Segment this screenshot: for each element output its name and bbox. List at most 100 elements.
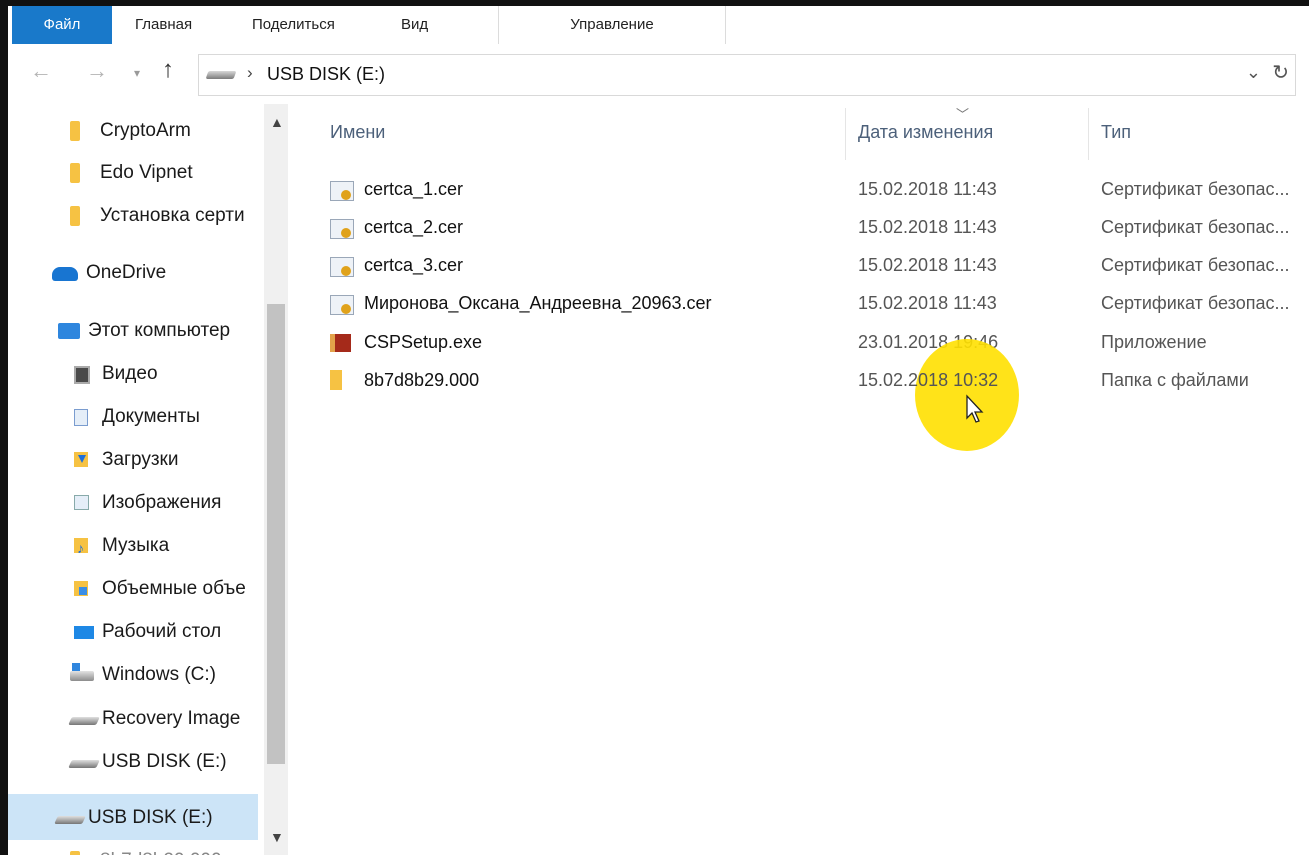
certificate-icon [330,295,354,315]
sidebar-item-recovery-image[interactable]: Recovery Image [8,699,258,739]
refresh-icon[interactable]: ↻ [1272,60,1289,85]
address-dropdown-chevron-icon[interactable]: ⌄ [1246,62,1261,83]
scrollbar-thumb[interactable] [267,304,285,764]
sidebar-item-label: Объемные объе [102,578,246,599]
folder-icon [70,206,80,226]
video-icon [74,366,90,384]
up-arrow-icon[interactable]: ↑ [162,56,174,84]
sidebar-item-label: Этот компьютер [88,320,231,341]
scroll-up-chevron-icon[interactable]: ▲ [270,114,284,130]
certificate-icon [330,181,354,201]
file-row[interactable]: CSPSetup.exe 23.01.2018 19:46 Приложение [290,323,1309,361]
installer-icon [330,334,351,352]
sidebar-item-edo-vipnet[interactable]: Edo Vipnet [8,153,258,193]
sidebar-item-label: Документы [102,406,200,427]
sidebar-scrollbar[interactable]: ▲ ▼ [264,104,288,855]
sidebar-item-label: Установка серти [100,205,245,226]
desktop-icon [74,626,94,639]
sidebar-item-music[interactable]: Музыка [8,526,258,566]
computer-icon [58,323,80,339]
sidebar-item-cryptoarm[interactable]: CryptoArm [8,111,258,151]
file-date: 15.02.2018 11:43 [858,179,997,199]
navigation-pane: CryptoArm Edo Vipnet Установка серти One… [8,104,288,855]
file-name: certca_2.cer [364,217,464,237]
file-name: CSPSetup.exe [364,332,483,352]
music-icon [74,528,88,566]
recent-locations-chevron-icon[interactable]: ▾ [134,66,140,80]
tab-manage[interactable]: Управление [498,6,726,44]
sidebar-item-label: USB DISK (E:) [102,751,227,772]
sidebar-item-label: USB DISK (E:) [88,807,213,828]
file-name: Миронова_Оксана_Андреевна_20963.cer [364,293,712,313]
sidebar-item-label: Рабочий стол [102,621,222,642]
scroll-down-chevron-icon[interactable]: ▼ [270,829,284,845]
drive-icon [205,71,237,79]
sidebar-item-label: Видео [102,363,158,384]
column-divider[interactable] [1088,108,1089,160]
sidebar-item-partial-folder[interactable]: 8b7d8b29.000 [8,841,258,855]
sidebar-item-label: CryptoArm [100,120,191,141]
sidebar-item-downloads[interactable]: Загрузки [8,440,258,480]
tab-home[interactable]: Главная [135,6,192,44]
sidebar-item-usb-disk-root[interactable]: USB DISK (E:) [8,798,258,838]
column-header-date[interactable]: Дата изменения [858,122,993,143]
sidebar-item-video[interactable]: Видео [8,354,258,394]
sidebar-item-windows-c[interactable]: Windows (C:) [8,655,258,695]
file-name: certca_1.cer [364,179,464,199]
column-divider[interactable] [845,108,846,160]
file-row[interactable]: certca_1.cer 15.02.2018 11:43 Сертификат… [290,170,1309,208]
sidebar-item-pictures[interactable]: Изображения [8,483,258,523]
file-type: Приложение [1101,332,1207,352]
ribbon-tabs: Файл Главная Поделиться Вид Управление [8,6,1309,45]
3d-objects-icon [74,581,88,596]
folder-icon [70,121,80,141]
sidebar-item-label: Изображения [102,492,222,513]
file-date: 15.02.2018 11:43 [858,217,997,237]
sidebar-item-install-cert[interactable]: Установка серти [8,196,258,236]
downloads-icon [74,452,88,467]
file-type: Сертификат безопас... [1101,293,1290,313]
drive-icon [68,760,100,768]
file-row[interactable]: certca_2.cer 15.02.2018 11:43 Сертификат… [290,208,1309,246]
breadcrumb-usb-disk[interactable]: USB DISK (E:) [267,64,385,85]
file-type: Сертификат безопас... [1101,255,1290,275]
folder-icon [70,851,80,855]
certificate-icon [330,219,354,239]
windows-drive-icon [70,663,94,681]
file-row[interactable]: Миронова_Оксана_Андреевна_20963.cer 15.0… [290,284,1309,322]
file-list-pane: ﹀ Имени Дата изменения Тип certca_1.cer … [290,104,1309,855]
sidebar-item-label: Музыка [102,535,170,556]
sidebar-item-desktop[interactable]: Рабочий стол [8,612,258,652]
sort-indicator-chevron-icon: ﹀ [956,107,970,122]
sidebar-item-onedrive[interactable]: OneDrive [8,253,258,293]
column-header-name[interactable]: Имени [330,122,385,143]
sidebar-item-3d-objects[interactable]: Объемные объе [8,569,258,609]
breadcrumb-separator-icon[interactable]: › [247,63,253,83]
sidebar-item-this-pc[interactable]: Этот компьютер [8,311,258,351]
sidebar-item-usb-disk[interactable]: USB DISK (E:) [8,742,258,782]
window-left-edge [0,0,8,855]
file-type: Сертификат безопас... [1101,217,1290,237]
sidebar-item-label: Recovery Image [102,708,241,729]
file-name: 8b7d8b29.000 [364,370,480,390]
tab-view[interactable]: Вид [401,6,428,44]
file-row[interactable]: 8b7d8b29.000 15.02.2018 10:32 Папка с фа… [290,361,1309,399]
file-row[interactable]: certca_3.cer 15.02.2018 11:43 Сертификат… [290,246,1309,284]
address-bar[interactable]: › USB DISK (E:) ⌄ ↻ [198,54,1296,96]
sidebar-item-label: Edo Vipnet [100,162,193,183]
file-date: 15.02.2018 11:43 [858,255,997,275]
back-arrow-icon[interactable]: ← [30,58,52,84]
documents-icon [74,409,88,426]
column-header-type[interactable]: Тип [1101,122,1131,143]
sidebar-item-documents[interactable]: Документы [8,397,258,437]
file-date: 15.02.2018 11:43 [858,293,997,313]
drive-icon [54,816,86,824]
sidebar-item-label: Windows (C:) [102,664,217,685]
file-name: certca_3.cer [364,255,464,275]
file-type: Папка с файлами [1101,370,1249,390]
forward-arrow-icon[interactable]: → [86,58,108,84]
tab-share[interactable]: Поделиться [252,6,335,44]
certificate-icon [330,257,354,277]
tab-file[interactable]: Файл [12,6,112,44]
sidebar-item-label: OneDrive [86,262,167,283]
